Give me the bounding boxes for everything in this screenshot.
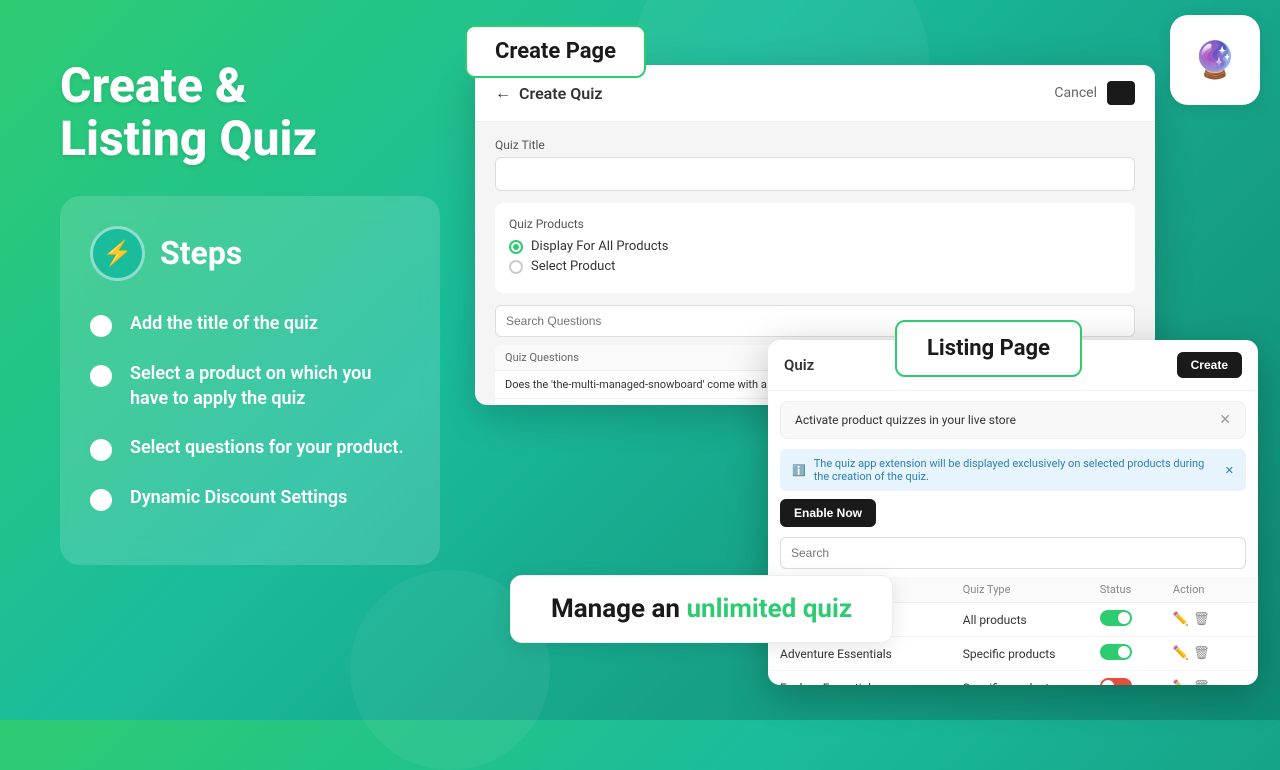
create-page-tab[interactable]: Create Page [465, 25, 646, 78]
radio-all-products[interactable]: Display For All Products [509, 239, 1121, 254]
modal-actions: Cancel [1054, 81, 1135, 105]
step-text-4: Dynamic Discount Settings [130, 485, 347, 510]
row-1-actions: ✏️ 🗑 [1173, 646, 1246, 661]
edit-icon-0[interactable]: ✏️ [1173, 612, 1189, 627]
edit-icon-1[interactable]: ✏️ [1173, 646, 1189, 661]
listing-page-tab[interactable]: Listing Page [895, 320, 1082, 377]
step-dot-1 [90, 315, 112, 337]
info-text: The quiz app extension will be displayed… [814, 457, 1217, 483]
manage-text-before: Manage an [551, 594, 686, 624]
left-section: Create & Listing Quiz ⚡ Steps Add the ti… [60, 60, 440, 565]
quiz-title-input[interactable] [495, 157, 1135, 191]
steps-icon: ⚡ [90, 226, 145, 281]
quiz-title-label: Quiz Title [495, 138, 1135, 152]
row-2-actions: ✏️ 🗑 [1173, 680, 1246, 685]
radio-filled-icon [509, 240, 523, 254]
cancel-button[interactable]: Cancel [1054, 85, 1097, 101]
step-text-3: Select questions for your product. [130, 435, 404, 460]
manage-banner: Manage an unlimited quiz [510, 575, 893, 643]
edit-icon-2[interactable]: ✏️ [1173, 680, 1189, 685]
step-dot-4 [90, 489, 112, 511]
delete-icon-1[interactable]: 🗑 [1193, 646, 1210, 661]
row-0-actions: ✏️ 🗑 [1173, 612, 1246, 627]
enable-now-button[interactable]: Enable Now [780, 499, 876, 527]
step-dot-2 [90, 365, 112, 387]
listing-create-button[interactable]: Create [1177, 352, 1242, 378]
step-text-2: Select a product on which you have to ap… [130, 361, 410, 411]
delete-icon-2[interactable]: 🗑 [1193, 680, 1210, 685]
activate-banner: Activate product quizzes in your live st… [780, 401, 1246, 439]
toggle-1[interactable] [1100, 644, 1132, 660]
quiz-products-section: Quiz Products Display For All Products S… [495, 203, 1135, 293]
quiz-app-icon: 🔮 [1193, 39, 1238, 81]
listing-row-2: Explore Essentials Specific products ✏️ … [768, 671, 1258, 685]
confirm-button[interactable] [1107, 81, 1135, 105]
radio-empty-icon [509, 260, 523, 274]
listing-panel-title: Quiz [784, 356, 814, 374]
activate-text: Activate product quizzes in your live st… [795, 413, 1016, 427]
steps-title: Steps [160, 234, 242, 272]
info-banner: ℹ️ The quiz app extension will be displa… [780, 449, 1246, 491]
radio-select-product[interactable]: Select Product [509, 259, 1121, 274]
app-icon: 🔮 [1170, 15, 1260, 105]
quiz-products-label: Quiz Products [509, 217, 1121, 231]
main-title: Create & Listing Quiz [60, 60, 440, 166]
steps-header: ⚡ Steps [90, 226, 410, 281]
step-dot-3 [90, 439, 112, 461]
steps-card: ⚡ Steps Add the title of the quiz Select… [60, 196, 440, 565]
info-close-icon[interactable]: ✕ [1225, 464, 1234, 477]
step-item-4: Dynamic Discount Settings [90, 485, 410, 511]
listing-search-input[interactable] [780, 537, 1246, 569]
info-icon: ℹ️ [792, 464, 806, 477]
activate-close-icon[interactable]: ✕ [1219, 412, 1231, 428]
back-arrow-icon: ← [495, 83, 511, 103]
step-text-1: Add the title of the quiz [130, 311, 318, 336]
step-item-2: Select a product on which you have to ap… [90, 361, 410, 411]
toggle-0[interactable] [1100, 610, 1132, 626]
modal-title: ← Create Quiz [495, 83, 602, 103]
step-item-3: Select questions for your product. [90, 435, 410, 461]
step-item-1: Add the title of the quiz [90, 311, 410, 337]
toggle-2[interactable] [1100, 678, 1132, 685]
manage-highlight: unlimited quiz [686, 594, 852, 624]
delete-icon-0[interactable]: 🗑 [1193, 612, 1210, 627]
enable-now-section: Enable Now [768, 499, 1258, 537]
